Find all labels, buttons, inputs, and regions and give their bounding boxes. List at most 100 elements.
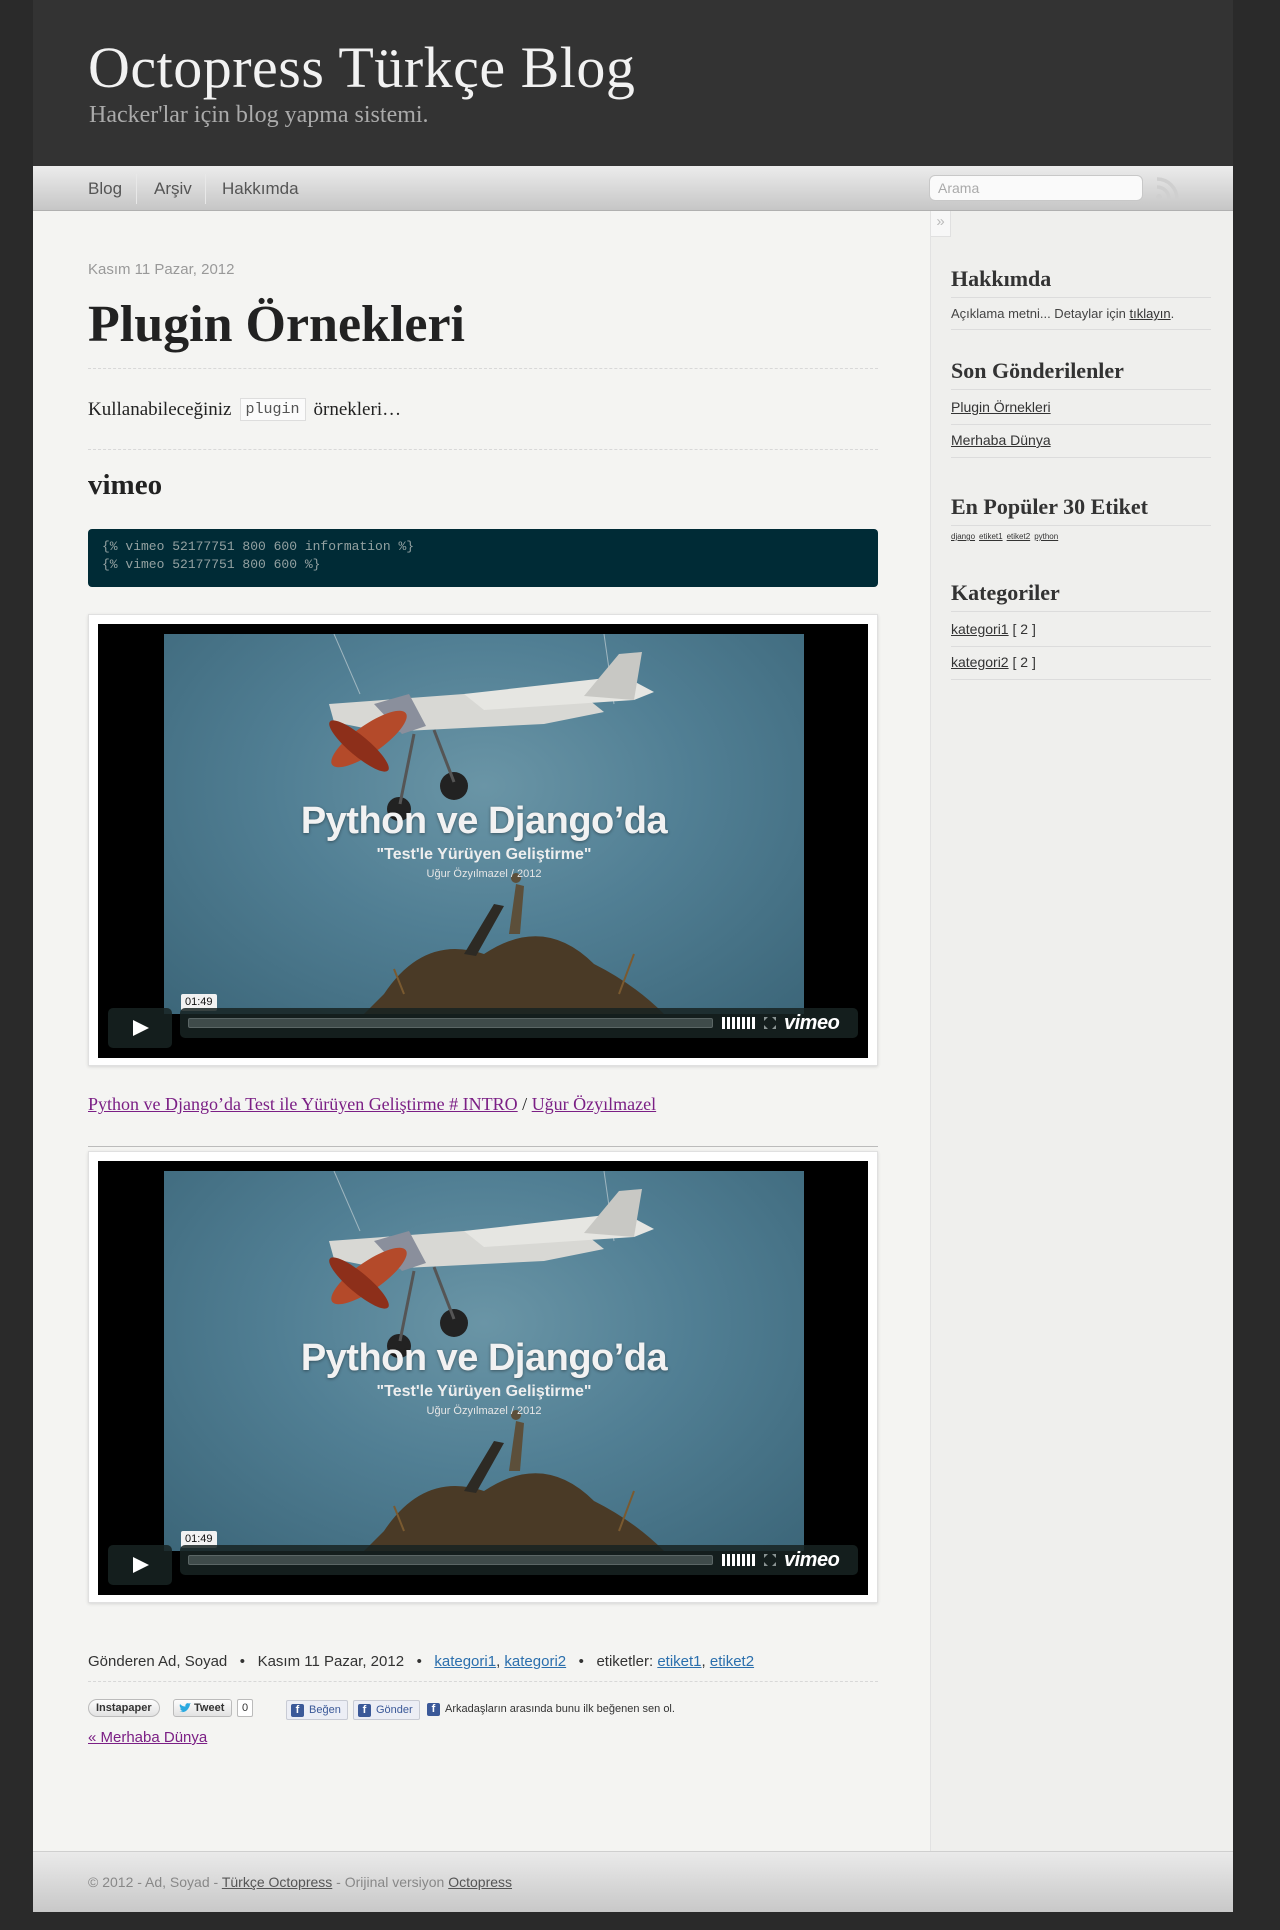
sidebar-about: Hakkımda Açıklama metni... Detaylar için… [951,266,1211,330]
facebook-icon: f [358,1704,371,1717]
about-text: Açıklama metni... Detaylar için tıklayın… [951,300,1211,330]
post-title: Plugin Örnekleri [88,296,465,353]
footer-link[interactable]: Türkçe Octopress [222,1874,332,1890]
instapaper-button[interactable]: Instapaper [88,1699,160,1717]
site-footer: © 2012 - Ad, Soyad - Türkçe Octopress - … [33,1851,1233,1912]
recent-post-item: Merhaba Dünya [951,425,1211,458]
play-button[interactable] [108,1008,172,1048]
nav-item-hakkimda[interactable]: Hakkımda [222,166,299,211]
code-line: {% vimeo 52177751 800 600 information %} [102,539,415,554]
inline-code: plugin [239,398,306,421]
section-heading: vimeo [88,469,163,501]
category-link[interactable]: kategori1 [434,1653,496,1670]
post-date: Kasım 11 Pazar, 2012 [88,261,235,278]
about-description: Açıklama metni... Detaylar için [951,306,1126,321]
fb-send-label: Gönder [376,1704,413,1716]
sidebar-heading: Hakkımda [951,266,1211,298]
share-row: Instapaper Tweet 0 f Beğen f Gönder f Ar… [88,1699,888,1721]
video-progress-bar[interactable] [188,1018,713,1028]
category-item: kategori2 [ 2 ] [951,647,1211,680]
category-count: [ 2 ] [1012,621,1036,637]
post-meta: Gönderen Ad, Soyad • Kasım 11 Pazar, 201… [88,1653,755,1670]
sidebar-heading: Son Gönderilenler [951,358,1211,390]
tag-link[interactable]: etiket1 [657,1653,701,1670]
post-intro: Kullanabileceğiniz plugin örnekleri… [88,398,401,421]
previous-post-link[interactable]: « Merhaba Dünya [88,1729,207,1746]
facebook-send-button[interactable]: f Gönder [353,1700,420,1720]
main-nav: Blog Arşiv Hakkımda [33,166,1233,211]
video-thumbnail[interactable]: Python ve Django’da "Test'le Yürüyen Gel… [164,1171,804,1551]
video-subtitle: "Test'le Yürüyen Geliştirme" [376,846,592,863]
nav-separator [136,174,137,204]
facebook-like-text: Arkadaşların arasında bunu ilk beğenen s… [445,1703,675,1715]
video-caption: Python ve Django’da Test ile Yürüyen Gel… [88,1094,656,1115]
category-link[interactable]: kategori2 [951,654,1009,670]
video-control-bar: vimeo [180,1008,858,1038]
fullscreen-icon[interactable] [764,1554,776,1566]
video-link[interactable]: Python ve Django’da Test ile Yürüyen Gel… [88,1094,518,1114]
volume-icon[interactable] [722,1554,756,1566]
facebook-like-button[interactable]: f Beğen [286,1700,348,1720]
nav-item-blog[interactable]: Blog [88,166,122,211]
category-link[interactable]: kategori2 [504,1653,566,1670]
video-title: Python ve Django’da [300,1337,668,1379]
main-content: Kasım 11 Pazar, 2012 Plugin Örnekleri Ku… [33,211,930,1851]
video-thumbnail[interactable]: Python ve Django’da "Test'le Yürüyen Gel… [164,634,804,1014]
video-player[interactable]: Python ve Django’da "Test'le Yürüyen Gel… [98,624,868,1058]
vimeo-logo[interactable]: vimeo [784,1549,840,1572]
sidebar-heading: En Popüler 30 Etiket [951,494,1211,526]
nav-separator [205,174,206,204]
divider [88,1146,878,1147]
sidebar: » Hakkımda Açıklama metni... Detaylar iç… [930,211,1233,1851]
tag-cloud-link[interactable]: etiket2 [1007,532,1031,541]
intro-text: örnekleri… [313,398,402,420]
tag-cloud-link[interactable]: django [951,532,975,541]
tag-cloud-link[interactable]: etiket1 [979,532,1003,541]
site-title[interactable]: Octopress Türkçe Blog [88,34,635,101]
tag-cloud-link[interactable]: python [1034,532,1058,541]
rss-icon[interactable] [1154,176,1180,202]
author-link[interactable]: Uğur Özyılmazel [532,1094,656,1114]
tweet-count: 0 [237,1699,254,1717]
about-text-end: . [1170,306,1175,321]
sidebar-collapse-button[interactable]: » [931,211,951,237]
code-line: {% vimeo 52177751 800 600 %} [102,557,321,572]
footer-text: © 2012 - Ad, Soyad - Türkçe Octopress - … [88,1874,512,1890]
post-author: Gönderen Ad, Soyad [88,1653,228,1670]
recent-post-link[interactable]: Merhaba Dünya [951,432,1051,448]
facebook-icon: f [291,1704,304,1717]
divider [88,1681,878,1682]
nav-item-arsiv[interactable]: Arşiv [154,166,192,211]
tags-label: etiketler: [596,1653,654,1670]
search-input[interactable] [929,175,1143,201]
site-header: Octopress Türkçe Blog Hacker'lar için bl… [33,0,1233,166]
video-player[interactable]: Python ve Django’da "Test'le Yürüyen Gel… [98,1161,868,1595]
divider [88,449,878,450]
recent-post-item: Plugin Örnekleri [951,392,1211,425]
category-item: kategori1 [ 2 ] [951,614,1211,647]
footer-copyright: © 2012 - Ad, Soyad - [88,1874,222,1890]
video-credit: Uğur Özyılmazel / 2012 [426,868,542,880]
fullscreen-icon[interactable] [764,1017,776,1029]
play-button[interactable] [108,1545,172,1585]
video-progress-bar[interactable] [188,1555,713,1565]
video-title: Python ve Django’da [300,800,668,842]
footer-link[interactable]: Octopress [448,1874,512,1890]
tag-link[interactable]: etiket2 [710,1653,754,1670]
sidebar-recent-posts: Son Gönderilenler Plugin Örnekleri Merha… [951,358,1211,458]
category-count: [ 2 ] [1012,654,1036,670]
volume-icon[interactable] [722,1017,756,1029]
intro-text: Kullanabileceğiniz [88,398,232,420]
vimeo-logo[interactable]: vimeo [784,1012,840,1035]
category-link[interactable]: kategori1 [951,621,1009,637]
tweet-label: Tweet [194,1702,225,1714]
divider [88,368,878,369]
tweet-button[interactable]: Tweet [173,1699,233,1717]
post-meta-date: Kasım 11 Pazar, 2012 [257,1653,405,1670]
video-control-bar: vimeo [180,1545,858,1575]
recent-post-link[interactable]: Plugin Örnekleri [951,399,1051,415]
code-block: {% vimeo 52177751 800 600 information %}… [88,529,878,587]
about-link[interactable]: tıklayın [1129,306,1170,321]
video-credit: Uğur Özyılmazel / 2012 [426,1405,542,1417]
sidebar-popular-tags: En Popüler 30 Etiket django etiket1 etiket… [951,494,1211,545]
